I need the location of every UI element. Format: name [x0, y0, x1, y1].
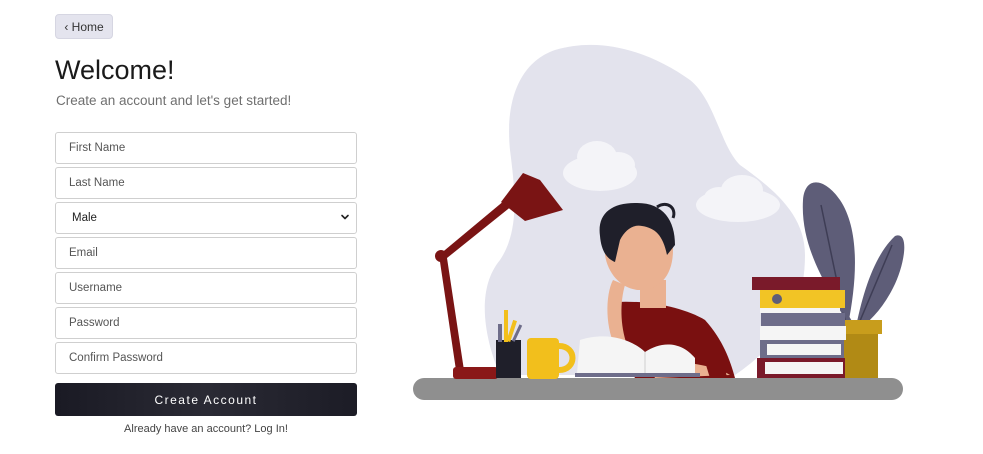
- signup-form: Male: [55, 132, 357, 377]
- username-field[interactable]: [55, 272, 357, 304]
- create-account-button[interactable]: Create Account: [55, 383, 357, 416]
- page-title: Welcome!: [55, 55, 175, 85]
- book-stack-icon: [752, 277, 846, 378]
- email-field[interactable]: [55, 237, 357, 269]
- gender-select-wrapper: Male: [55, 202, 357, 234]
- login-link[interactable]: Already have an account? Log In!: [55, 423, 357, 435]
- last-name-field[interactable]: [55, 167, 357, 199]
- signup-page: ‹ Home Welcome! Create an account and le…: [0, 0, 983, 454]
- page-subtitle: Create an account and let's get started!: [56, 93, 292, 108]
- desk-surface: [413, 378, 903, 400]
- confirm-password-field[interactable]: [55, 342, 357, 374]
- gender-select[interactable]: Male: [55, 202, 357, 234]
- password-field[interactable]: [55, 307, 357, 339]
- student-desk-illustration: [413, 44, 905, 400]
- first-name-field[interactable]: [55, 132, 357, 164]
- home-button[interactable]: ‹ Home: [55, 14, 113, 39]
